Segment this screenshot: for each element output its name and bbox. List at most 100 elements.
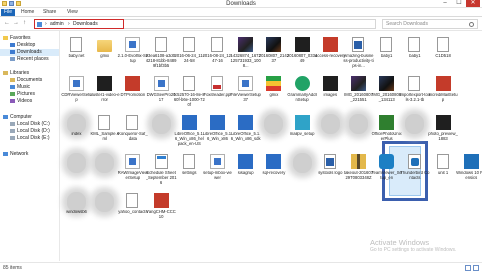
details-view-icon[interactable] <box>465 265 471 271</box>
file-item-yangchm-ccc10[interactable]: YangCHM-CCC10 <box>146 190 176 229</box>
file-item-systools-logo[interactable]: systools logo <box>317 151 344 190</box>
tab-share[interactable]: Share <box>40 9 59 16</box>
tab-home[interactable]: Home <box>18 9 37 16</box>
file-item-libreoffice-5-1-6-win-x86-helpack-en-us[interactable]: LibreOffice_5.1.6_Win_x86_helpack_en-US <box>175 112 204 151</box>
file-item-thunderbird-contacts[interactable]: Thunderbird Contacts <box>400 151 429 190</box>
file-item-blurred-item[interactable] <box>63 151 90 190</box>
file-item-setup-mbox-viewer[interactable]: setup-mbox-viewer <box>203 151 232 190</box>
nav-item-desktop[interactable]: Desktop <box>10 42 35 49</box>
blur-file-icon <box>67 114 86 134</box>
file-item-baby-net[interactable]: baby.net <box>63 34 90 73</box>
file-item-c1d518[interactable]: C1D518 <box>430 34 457 73</box>
file-item-img-20160808-134113[interactable]: IMG_20160808_134113 <box>372 73 401 112</box>
nav-item-drive-c[interactable]: Local Disk (C:) <box>10 121 50 128</box>
nav-item-music[interactable]: Music <box>10 84 30 91</box>
file-item-blurred-item[interactable] <box>289 151 316 190</box>
file-item-mailpv-setup[interactable]: mailpv_setup <box>289 112 316 151</box>
file-item-cluster1-video-error[interactable]: cluster1-video-error <box>90 73 120 112</box>
file-item-sisagrup[interactable]: sisagrup <box>232 151 259 190</box>
file-item-grammarlyaddinsetup[interactable]: GrammarlyAddInSetup <box>287 73 317 112</box>
search-input[interactable]: Search Downloads <box>382 19 478 29</box>
file-item-amazing-business-productivity-tips-in[interactable]: Amazing-business-productivity-tips-in... <box>343 34 374 73</box>
file-item-importexport-tools-3-2-1-tb[interactable]: importexport-tools-3.2.1-tb <box>400 73 430 112</box>
address-bar[interactable]: › admin › Downloads <box>34 19 124 29</box>
nav-item-recent-places[interactable]: Recent places <box>10 56 49 63</box>
file-item-access-recovery[interactable]: access-recovery <box>315 34 346 73</box>
file-item-20160807-214237[interactable]: 20160807_214237 <box>259 34 289 73</box>
file-item-kml-sample-kml[interactable]: KML_Sample.kml <box>90 112 119 151</box>
setup-file-icon <box>379 154 395 169</box>
breadcrumb-admin[interactable]: admin <box>50 21 64 28</box>
file-item-gmix[interactable]: gmix <box>260 73 287 112</box>
file-item-fc52570-16-8e-860f-b6e-1000-720f[interactable]: fc52570-16-8e-860f-b6e-1000-720f <box>174 73 205 112</box>
file-item-officephotounixerplus[interactable]: OfficePhotoUnixerPlus <box>372 112 402 151</box>
file-item-2016-08-24-12-47-16[interactable]: 2016-08-24_12-47-16 <box>203 34 232 73</box>
file-item-konqueror-saf-data[interactable]: Konqueror-Saf_data <box>118 112 148 151</box>
tab-file[interactable]: File <box>1 9 16 16</box>
file-item-windows-10-forensics[interactable]: Windows 10 Forensics <box>456 151 482 190</box>
file-item-23ea6108-a3d0-4218-81bb-84899f1bf3b5[interactable]: 23ea6108-a3d0-4218-81bb-84899f1bf3b5 <box>146 34 176 73</box>
breadcrumb-downloads[interactable]: Downloads <box>73 21 98 28</box>
file-item-unit-1[interactable]: unit 1 <box>430 151 457 190</box>
file-item-fileviewersetup37[interactable]: FileViewerSetup37 <box>230 73 261 112</box>
red-file-icon <box>125 76 141 91</box>
file-item-2-1-0-evolflix-setup[interactable]: 2.1.0-Evolflix-Setup <box>118 34 148 73</box>
file-item-sql-recovery[interactable]: sql-recovery <box>260 151 287 190</box>
file-item-teamviewer-setup-en[interactable]: TeamViewer_Setup_en <box>371 151 402 190</box>
file-item-foxitreader-ppt[interactable]: Foxitreader.ppt <box>204 73 231 112</box>
address-bar-extension[interactable] <box>124 19 376 29</box>
file-item-blurred-item[interactable] <box>401 112 428 151</box>
file-item-baby1[interactable]: baby1 <box>401 34 428 73</box>
file-item-windowsb6[interactable]: windowsb6 <box>63 190 90 229</box>
file-item-schedule-sheet-september-2016[interactable]: Schedule Sheet_September 2016 <box>146 151 177 190</box>
file-item-blurred-item[interactable] <box>91 151 118 190</box>
file-item-blurred-item[interactable] <box>91 190 118 229</box>
nav-header-network[interactable]: Network <box>3 151 28 158</box>
file-item-blurred-item[interactable] <box>345 112 372 151</box>
nav-header-computer[interactable]: Computer <box>3 114 32 121</box>
file-item-dwgseepro2017[interactable]: DWGSeePro2017 <box>147 73 176 112</box>
tab-view[interactable]: View <box>64 9 81 16</box>
file-item-libreoffice-5-1-6-win-x86[interactable]: LibreOffice_5.1.6_Win_x86 <box>203 112 232 151</box>
minimize-button[interactable]: – <box>438 0 452 7</box>
nav-header-libraries[interactable]: Libraries <box>3 70 29 77</box>
file-item-14326874-1672125731933-1008[interactable]: 14326874_1672125731933_1008... <box>231 34 261 73</box>
file-item-baby1[interactable]: baby1 <box>373 34 400 73</box>
large-icons-view-icon[interactable] <box>473 265 479 271</box>
file-item-dtpromotion[interactable]: DTPromotion <box>119 73 146 112</box>
file-item-img-20160807-221551[interactable]: IMG_20160807_221551 <box>344 73 373 112</box>
file-item-20160807-033449[interactable]: 20160807_033449 <box>287 34 317 73</box>
file-item-settings[interactable]: settings <box>176 151 203 190</box>
file-item-incredimailsetup[interactable]: IncrediMailSetup <box>429 73 458 112</box>
maximize-button[interactable]: ☐ <box>452 0 466 7</box>
up-arrow-icon[interactable]: ↑ <box>23 20 26 26</box>
nav-item-drive-d[interactable]: Local Disk (D:) <box>10 128 50 135</box>
file-item-cdrviewersetup[interactable]: CDRViewerSetup <box>61 73 92 112</box>
file-item-libreoffice-5-1-6-win-x86-sdk[interactable]: LibreOffice_5.1.6_Win_x86_sdk <box>231 112 261 151</box>
file-label: sisagrup <box>237 171 254 175</box>
nav-item-documents[interactable]: Documents <box>10 77 42 84</box>
close-button[interactable]: ✕ <box>466 0 480 7</box>
file-item-photo-preview-1883[interactable]: photo_preview_1883 <box>428 112 458 151</box>
file-item-images[interactable]: images <box>317 73 344 112</box>
file-item-blurred-item[interactable] <box>317 112 344 151</box>
ribbon: File Home Share View <box>0 8 482 17</box>
exe-file-icon <box>238 76 254 91</box>
file-item-blurred-item[interactable] <box>260 112 287 151</box>
back-arrow-icon[interactable]: ← <box>4 20 10 26</box>
nav-header-favorites[interactable]: Favorites <box>3 35 31 42</box>
file-item-yahoo-contacts[interactable]: yahoo_contacts <box>118 190 148 229</box>
file-item-index[interactable]: index <box>63 112 90 151</box>
doc-file-icon <box>436 154 449 169</box>
file-item-blurred-item[interactable] <box>148 112 175 151</box>
nav-item-pictures[interactable]: Pictures <box>10 91 35 98</box>
forward-arrow-icon[interactable]: → <box>13 20 19 26</box>
file-item-2016-06-24-11-24-58[interactable]: 2016-06-24_11-24-58 <box>175 34 204 73</box>
file-item-takeout-20160729t0803348z[interactable]: takeout-20160729T0803348Z <box>344 151 373 190</box>
search-icon[interactable] <box>469 22 474 27</box>
nav-item-downloads[interactable]: Downloads <box>0 49 59 56</box>
file-item-rawimageviewersetup[interactable]: RAWImageViewerSetup <box>118 151 148 190</box>
nav-item-videos[interactable]: Videos <box>10 98 32 105</box>
nav-item-drive-e[interactable]: Local Disk (E:) <box>10 135 50 142</box>
file-item-gmix[interactable]: gmix <box>91 34 118 73</box>
